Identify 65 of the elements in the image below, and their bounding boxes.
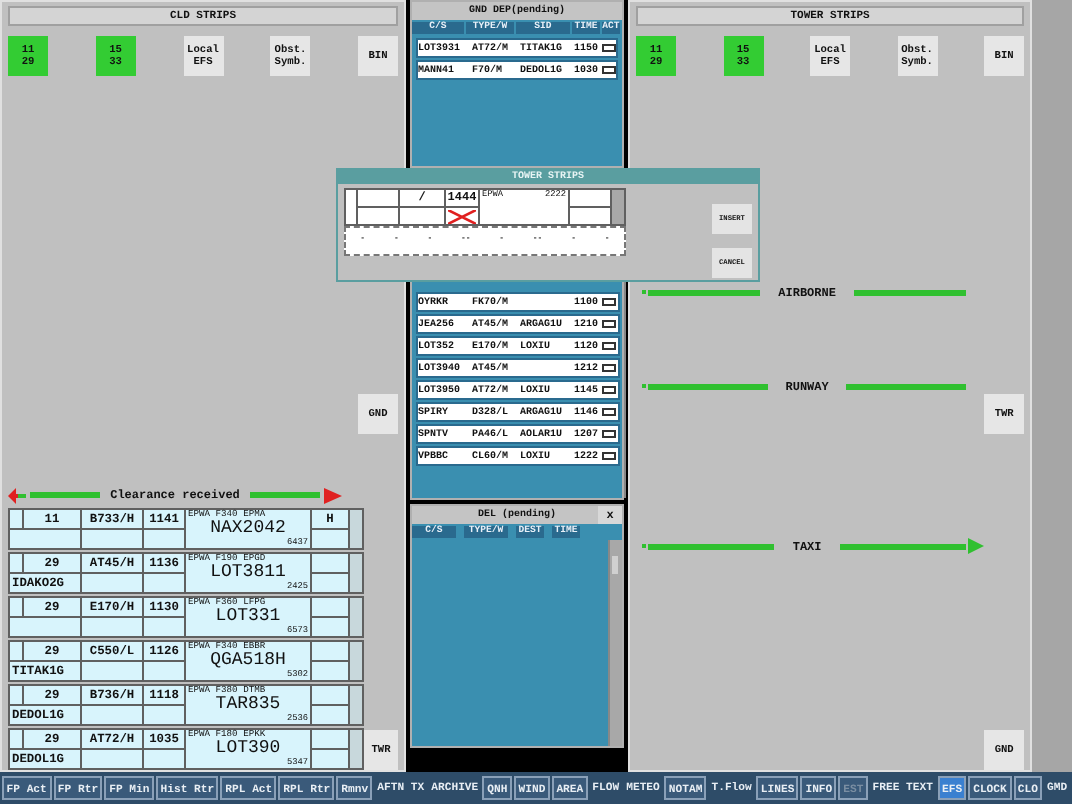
callsign: TAR835 (215, 696, 281, 714)
strip-cell (10, 618, 80, 636)
strip-cell (82, 530, 142, 548)
strip-cell (186, 510, 310, 548)
strip-cell (82, 618, 142, 636)
strip-cell (186, 598, 310, 636)
strip-cell (10, 642, 22, 660)
strip-cell (312, 730, 348, 748)
strip-cell (144, 574, 184, 592)
strip-cell (312, 554, 348, 572)
lane-marker (642, 544, 646, 548)
strip-cell (312, 750, 348, 768)
lane-line (30, 492, 101, 498)
checkbox[interactable] (602, 44, 616, 52)
strip-cell (82, 706, 142, 724)
lane-line (846, 383, 967, 389)
lane-line (648, 289, 761, 295)
lane-line (648, 383, 768, 389)
lane-marker (642, 384, 646, 388)
strip-cell (10, 554, 22, 572)
checkbox[interactable] (602, 66, 616, 74)
strip-cell (144, 618, 184, 636)
checkbox[interactable] (602, 320, 616, 328)
strip-cell (144, 750, 184, 768)
callsign: NAX2042 (210, 520, 286, 538)
strip-cell (186, 730, 310, 768)
callsign: QGA518H (210, 652, 286, 670)
lane-marker (642, 290, 646, 294)
checkbox[interactable] (602, 386, 616, 394)
scrollbar[interactable] (608, 540, 622, 746)
strip-cell (186, 686, 310, 724)
strip-cell (312, 706, 348, 724)
strip-cell (10, 530, 80, 548)
checkbox[interactable] (602, 342, 616, 350)
strip-cell (10, 686, 22, 704)
strip-cell (144, 662, 184, 680)
lane-line (648, 543, 775, 549)
strip-cell (144, 706, 184, 724)
strip-cell (312, 642, 348, 660)
callsign: LOT331 (215, 608, 281, 626)
strip-cell (312, 530, 348, 548)
arrow-right-icon (324, 487, 342, 503)
strip-cell (82, 662, 142, 680)
strip-cell (312, 662, 348, 680)
strip-cell (186, 642, 310, 680)
lane-line (249, 492, 320, 498)
arrow-right-icon (968, 538, 985, 554)
checkbox[interactable] (602, 364, 616, 372)
strip-cell (312, 686, 348, 704)
strip-cell (10, 730, 22, 748)
double-arrow-icon (8, 487, 26, 503)
strip-cell (82, 750, 142, 768)
callsign: LOT390 (215, 740, 281, 758)
strip-cell (312, 598, 348, 616)
strip-cell (312, 574, 348, 592)
checkbox[interactable] (602, 452, 616, 460)
checkbox[interactable] (602, 408, 616, 416)
checkbox[interactable] (602, 298, 616, 306)
strip-cell (186, 554, 310, 592)
strip-cell (312, 618, 348, 636)
callsign: LOT3811 (210, 564, 286, 582)
lane-line (853, 289, 967, 295)
checkbox[interactable] (602, 430, 616, 438)
strip-cell (144, 530, 184, 548)
strip-cell (82, 574, 142, 592)
